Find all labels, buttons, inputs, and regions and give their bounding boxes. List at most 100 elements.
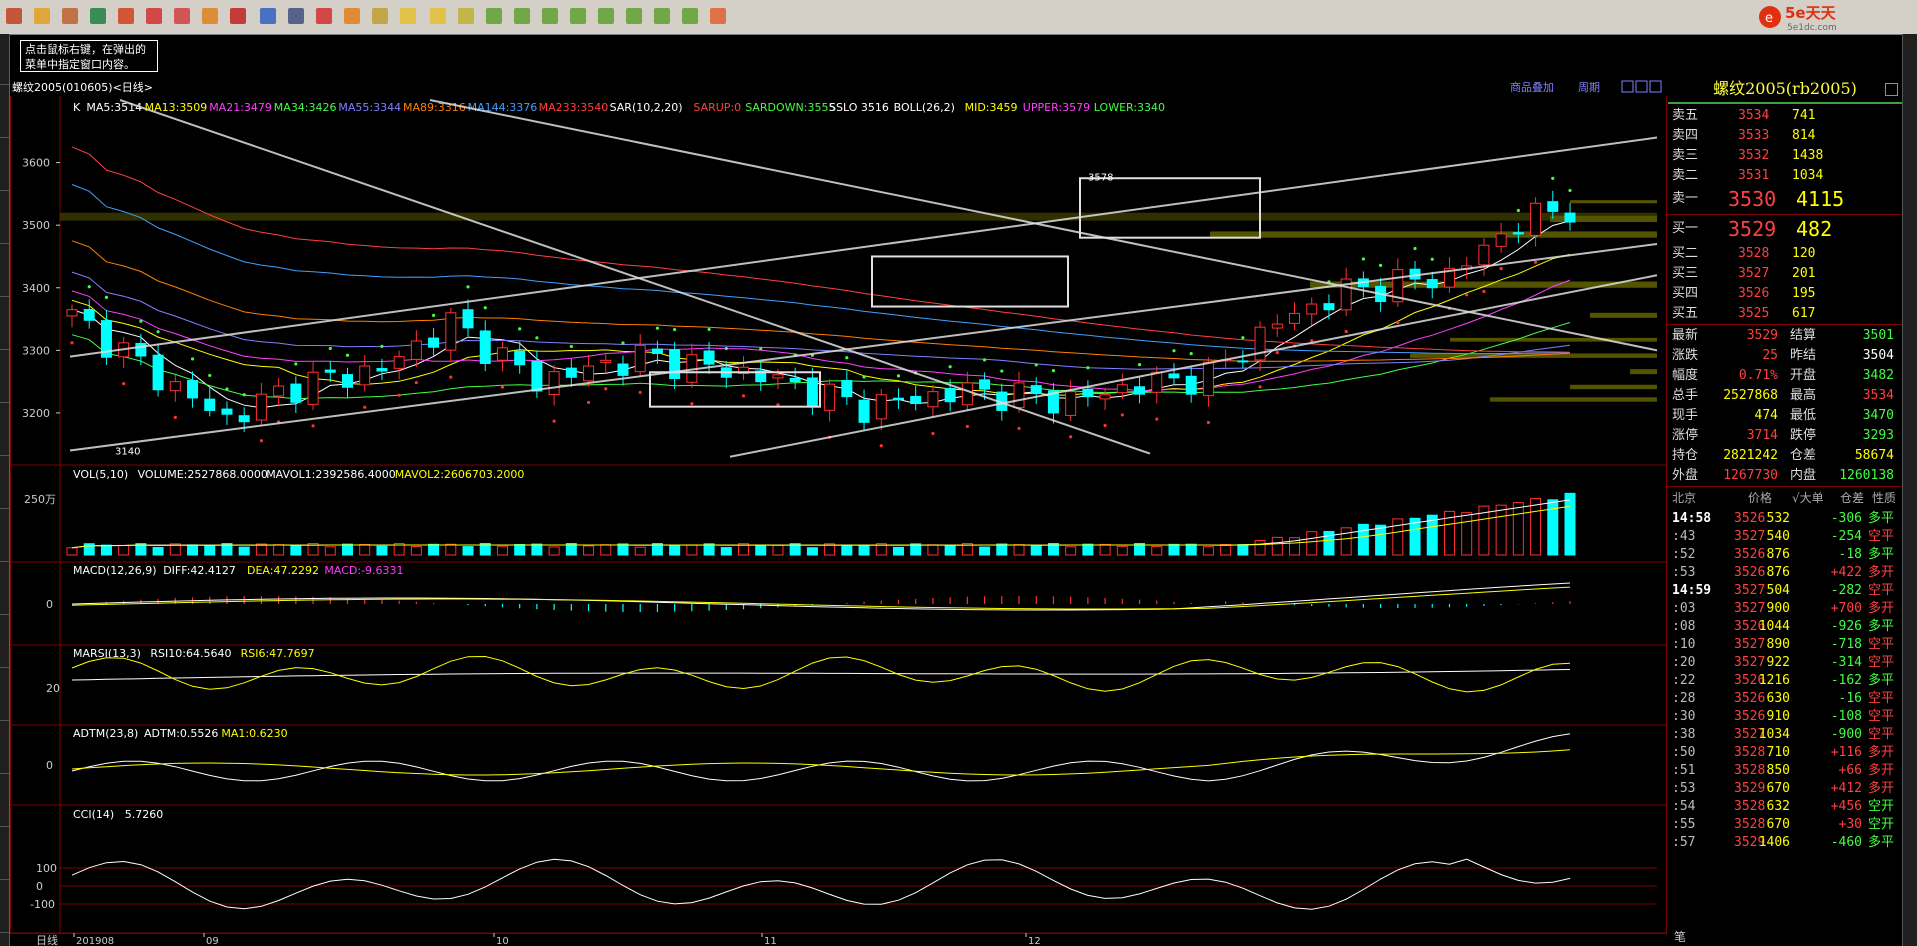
left-tab[interactable] xyxy=(0,511,9,562)
left-tab[interactable] xyxy=(0,617,9,668)
sar-dot xyxy=(294,362,298,366)
main-legend-item: MA144:3376 xyxy=(468,101,538,114)
toolbar-icon[interactable] xyxy=(344,8,360,24)
toolbar-icon[interactable] xyxy=(400,8,416,24)
toolbar-icon[interactable] xyxy=(174,8,190,24)
sar-dot xyxy=(466,285,470,289)
candle-body xyxy=(1426,279,1438,289)
right-tab-strip[interactable] xyxy=(1902,34,1917,946)
sar-dot xyxy=(1086,366,1090,370)
left-tab[interactable] xyxy=(0,458,9,509)
left-tab[interactable] xyxy=(0,299,9,350)
toolbar-icon[interactable] xyxy=(62,8,78,24)
toolbar-icon[interactable] xyxy=(316,8,332,24)
main-legend-item: MA233:3540 xyxy=(539,101,609,114)
sar-dot xyxy=(1413,246,1417,251)
candle-body xyxy=(1099,394,1111,400)
toolbar-icon[interactable] xyxy=(570,8,586,24)
toolbar-icon[interactable] xyxy=(202,8,218,24)
toolbar-icon[interactable] xyxy=(260,8,276,24)
toolbar-icon[interactable] xyxy=(710,8,726,24)
toolbar-icon[interactable] xyxy=(626,8,642,24)
left-tab[interactable] xyxy=(0,829,9,880)
toolbar-icon[interactable] xyxy=(118,8,134,24)
toolbar-icon[interactable] xyxy=(372,8,388,24)
toolbar-icon[interactable] xyxy=(458,8,474,24)
stat-label-right: 跌停 xyxy=(1790,428,1817,443)
toolbar-icon[interactable] xyxy=(486,8,502,24)
toolbar-icon[interactable] xyxy=(598,8,614,24)
adtm-line xyxy=(71,733,1571,782)
left-tab[interactable] xyxy=(0,723,9,774)
bid-price: 3525 xyxy=(1738,306,1770,321)
candle-body xyxy=(1134,386,1146,395)
candle-body xyxy=(1547,201,1559,212)
sar-dot xyxy=(1069,435,1073,439)
bottom-tab[interactable]: 笔 xyxy=(1674,928,1686,945)
stat-label-left: 涨跌 xyxy=(1672,348,1699,363)
ask-label: 卖四 xyxy=(1672,128,1699,143)
left-tab[interactable] xyxy=(0,882,9,933)
left-tab[interactable] xyxy=(0,193,9,244)
stat-label-right: 内盘 xyxy=(1790,468,1817,483)
sar-dot xyxy=(1206,420,1211,425)
bid-price: 3529 xyxy=(1728,217,1777,241)
volume-bar xyxy=(1030,545,1042,556)
sar-dot xyxy=(655,326,660,330)
candle-body xyxy=(1478,244,1490,266)
volume-bar xyxy=(1151,545,1163,556)
sar-dot xyxy=(380,344,384,348)
candle-body xyxy=(565,367,577,378)
sar-dot xyxy=(449,375,453,379)
sar-dot xyxy=(500,385,505,389)
toolbar-icon[interactable] xyxy=(288,8,304,24)
bid-label: 买五 xyxy=(1672,306,1699,321)
toolbar-icon[interactable] xyxy=(542,8,558,24)
toolbar-icon[interactable] xyxy=(6,8,22,24)
ask-row: 卖五 3534 741 xyxy=(1668,106,1902,126)
left-tab[interactable] xyxy=(0,140,9,191)
toolbar-icon[interactable] xyxy=(230,8,246,24)
toolbar-icon[interactable] xyxy=(682,8,698,24)
ticks-header-cell: √大单 xyxy=(1792,491,1824,505)
toolbar-icon[interactable] xyxy=(34,8,50,24)
left-tab-strip[interactable] xyxy=(0,34,10,946)
left-tab[interactable] xyxy=(0,352,9,403)
left-tab[interactable] xyxy=(0,87,9,138)
candle-body xyxy=(1306,303,1318,315)
candle-body xyxy=(1065,391,1077,416)
volume-profile-band xyxy=(1630,369,1657,375)
left-tab[interactable] xyxy=(0,564,9,615)
candle-body xyxy=(1512,232,1524,235)
stat-row: 持仓 2821242 仓差 58674 xyxy=(1668,446,1902,466)
candle-body xyxy=(1254,326,1266,361)
candle-body xyxy=(479,330,491,364)
panel-close-icon[interactable] xyxy=(1885,83,1898,96)
toolbar-icon[interactable] xyxy=(654,8,670,24)
candle-body xyxy=(169,381,181,392)
price-tick-label: 3200 xyxy=(22,407,50,420)
left-tab[interactable] xyxy=(0,776,9,827)
toolbar-icon[interactable] xyxy=(146,8,162,24)
brand-sub: 5e1dc.com xyxy=(1787,23,1837,32)
toolbar-icon[interactable] xyxy=(430,8,446,24)
link-overlay[interactable]: 商品叠加 xyxy=(1510,80,1554,94)
link-period[interactable]: 周期 xyxy=(1578,81,1600,94)
left-tab[interactable] xyxy=(0,405,9,456)
kline-chart[interactable]: 螺纹2005(010605)<日线> 商品叠加 周期 K MA5:3514 MA13:35… xyxy=(10,78,1667,946)
toolbar-icon[interactable] xyxy=(90,8,106,24)
main-legend-item: MA89:3316 xyxy=(403,101,466,114)
sar-dot xyxy=(1465,293,1469,297)
volume-bar xyxy=(187,544,199,556)
sar-dot xyxy=(483,306,487,310)
hint-line-2: 菜单中指定窗口内容。 xyxy=(25,58,135,71)
stat-value-left: 25 xyxy=(1762,348,1778,363)
toolbar-icon[interactable] xyxy=(514,8,530,24)
left-tab[interactable] xyxy=(0,670,9,721)
quote-panel: 螺纹2005(rb2005) 卖五 3534 741 卖四 3533 814 卖三 3532 14… xyxy=(1668,78,1902,946)
left-tab[interactable] xyxy=(0,246,9,297)
main-legend-item: MA55:3344 xyxy=(338,101,401,114)
chart-canvas[interactable]: 螺纹2005(010605)<日线> 商品叠加 周期K MA5:3514 MA13:35… xyxy=(10,78,1667,946)
left-tab[interactable] xyxy=(0,34,9,85)
volume-bar xyxy=(1564,492,1576,556)
